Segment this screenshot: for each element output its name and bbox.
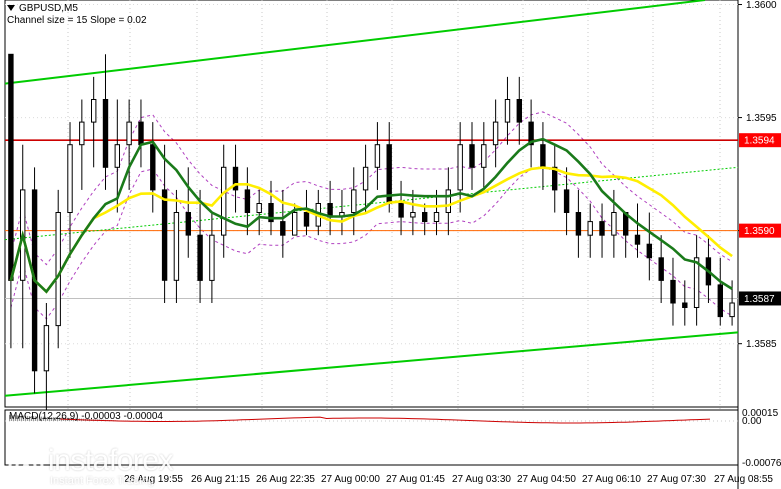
candle-body <box>670 279 676 304</box>
candle-body <box>102 99 109 168</box>
candle-body <box>150 144 156 191</box>
price-axis: 1.36001.35951.35901.35851.35941.35901.35… <box>738 0 781 350</box>
candle-body <box>55 212 61 327</box>
candle-body <box>292 212 298 236</box>
candle-body <box>682 302 688 308</box>
channel-lower-line <box>4 331 739 397</box>
candle-body <box>79 121 85 146</box>
candle-body <box>126 121 132 146</box>
macd-label: MACD(12,26,9) -0.00003 -0.00004 <box>9 411 163 422</box>
x-tick-label: 27 Aug 01:45 <box>386 474 445 485</box>
chart-header: GBPUSD,M5 Channel size = 15 Slope = 0.02 <box>7 3 147 27</box>
candle-body <box>516 99 522 123</box>
candle-body <box>599 221 605 236</box>
x-tick-label: 26 Aug 22:35 <box>256 474 315 485</box>
instaforex-logo-icon <box>8 448 44 484</box>
candle-body <box>374 144 381 168</box>
logo-tagline: Instant Forex Trading <box>50 475 154 487</box>
candle-body <box>91 99 97 123</box>
channel-label: Channel size = 15 Slope = 0.02 <box>7 15 147 26</box>
candle-body <box>504 99 511 123</box>
candle-body <box>67 144 73 213</box>
logo-wordmark: instaforex <box>48 444 174 477</box>
candle-body <box>209 234 215 281</box>
candle-body <box>410 212 416 218</box>
y-tick-label: 1.3595 <box>746 113 777 124</box>
candle-body <box>481 144 487 168</box>
candle-body <box>197 234 203 281</box>
envelope-lower <box>10 165 733 320</box>
candles <box>8 53 735 417</box>
candle-body <box>445 189 452 213</box>
candle-body <box>173 212 180 281</box>
candle-body <box>575 212 582 236</box>
candle-body <box>587 221 593 236</box>
time-axis: 26 Aug 19:55 26 Aug 21:15 26 Aug 22:35 27 A… <box>124 474 773 485</box>
candle-body <box>303 212 310 227</box>
candle-body <box>256 203 262 213</box>
price-tag-label: 1.3590 <box>744 226 775 237</box>
candle-body <box>244 189 251 213</box>
candle-body <box>540 144 546 168</box>
x-tick-label: 27 Aug 00:00 <box>321 474 380 485</box>
candle-body <box>114 144 120 168</box>
x-tick-label: 27 Aug 03:30 <box>452 474 511 485</box>
dropdown-triangle-icon[interactable] <box>7 5 15 12</box>
candle-body <box>469 144 475 168</box>
candle-body <box>693 257 700 308</box>
candle-body <box>658 257 664 281</box>
envelope-upper <box>10 111 733 266</box>
instaforex-logo: instaforex Instant Forex Trading <box>6 444 196 488</box>
x-tick-label: 27 Aug 04:50 <box>517 474 576 485</box>
candle-body <box>221 166 227 236</box>
macd-axis-zero: 0.00 <box>742 416 762 427</box>
candle-body <box>422 212 428 222</box>
candle-body <box>457 144 463 191</box>
candle-body <box>185 212 192 236</box>
price-chart: 1.36001.35951.35901.35851.35941.35901.35… <box>4 0 781 489</box>
x-tick-label: 27 Aug 08:55 <box>714 474 773 485</box>
candle-body <box>729 302 735 318</box>
candle-body <box>161 189 168 281</box>
x-tick-label: 26 Aug 21:15 <box>191 474 250 485</box>
candle-body <box>634 234 641 245</box>
x-tick-label: 27 Aug 06:10 <box>582 474 641 485</box>
candle-body <box>351 189 357 213</box>
candle-body <box>8 53 14 281</box>
y-tick-label: 1.3585 <box>746 339 777 350</box>
symbol-label: GBPUSD,M5 <box>19 3 78 14</box>
candle-body <box>433 212 440 222</box>
candle-body <box>398 203 404 218</box>
price-tag-label: 1.3587 <box>744 294 775 305</box>
x-tick-label: 27 Aug 07:30 <box>647 474 706 485</box>
y-tick-label: 1.3600 <box>746 0 777 11</box>
candle-body <box>362 166 369 191</box>
candle-body <box>611 212 617 236</box>
price-tag-label: 1.3594 <box>744 136 775 147</box>
price-channel <box>4 0 739 397</box>
candle-body <box>138 121 144 146</box>
macd-axis-bottom: -0.00076 <box>742 458 781 469</box>
candle-body <box>43 325 50 372</box>
candle-body <box>492 121 499 146</box>
candle-body <box>280 221 286 236</box>
candle-body <box>646 243 652 259</box>
candle-body <box>563 189 570 213</box>
candle-body <box>717 284 723 318</box>
